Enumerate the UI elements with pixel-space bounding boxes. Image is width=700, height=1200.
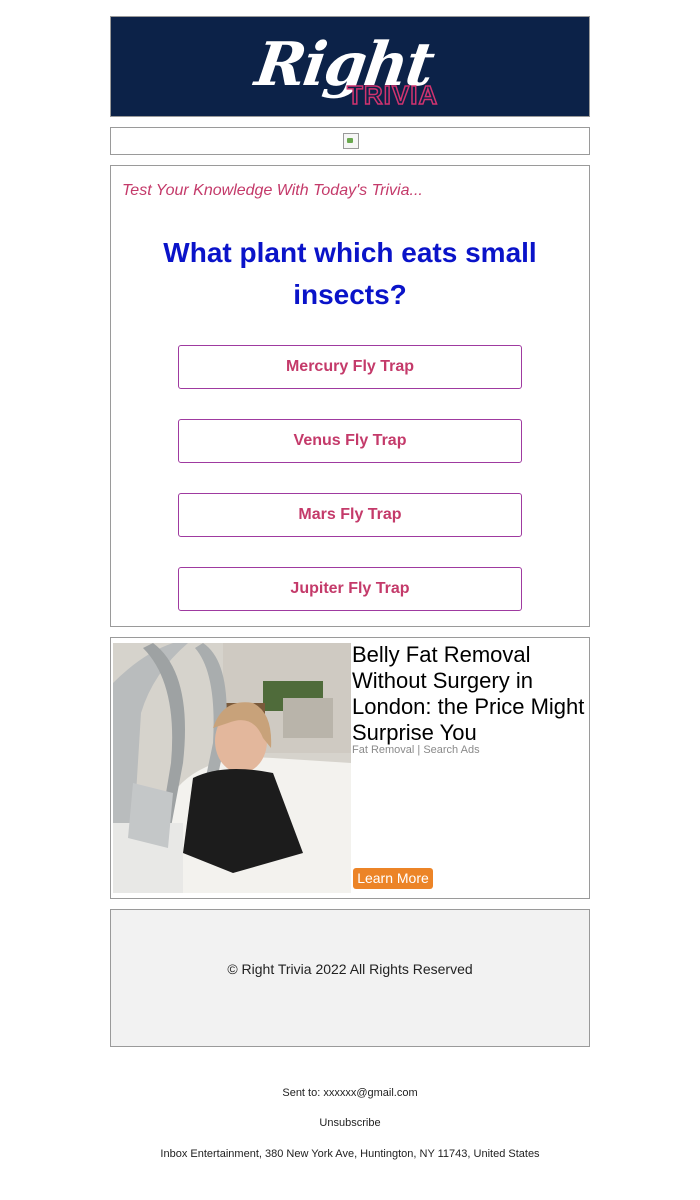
company-address: Inbox Entertainment, 380 New York Ave, H… [160,1148,540,1160]
header-banner[interactable]: Right TRIVIA [110,16,590,117]
right-trivia-logo[interactable]: Right TRIVIA [111,17,589,116]
unsubscribe-link[interactable]: Unsubscribe [0,1117,700,1129]
answer-button-jupiter[interactable]: Jupiter Fly Trap [178,567,522,611]
sent-to-text: Sent to: xxxxxx@gmail.com [282,1087,418,1099]
trivia-subtitle: Test Your Knowledge With Today's Trivia.… [122,182,423,199]
answer-button-mercury[interactable]: Mercury Fly Trap [178,345,522,389]
ad-photo[interactable] [113,643,351,893]
answer-button-mars[interactable]: Mars Fly Trap [178,493,522,537]
answer-button-venus[interactable]: Venus Fly Trap [178,419,522,463]
ad-headline[interactable]: Belly Fat Removal Without Surgery in Lon… [352,642,588,746]
trivia-question: What plant which eats small insects? [163,237,537,310]
footer-box: © Right Trivia 2022 All Rights Reserved [110,909,590,1047]
sponsored-ad[interactable]: Belly Fat Removal Without Surgery in Lon… [110,637,590,899]
copyright-text: © Right Trivia 2022 All Rights Reserved [227,961,473,977]
image-banner[interactable] [110,127,590,155]
ad-photo-illustration [113,643,351,893]
logo-trivia-text: TRIVIA [346,80,439,110]
trivia-card: Test Your Knowledge With Today's Trivia.… [110,165,590,627]
ad-source: Fat Removal | Search Ads [352,744,480,756]
learn-more-button[interactable]: Learn More [353,868,433,889]
broken-image-icon [343,133,359,149]
